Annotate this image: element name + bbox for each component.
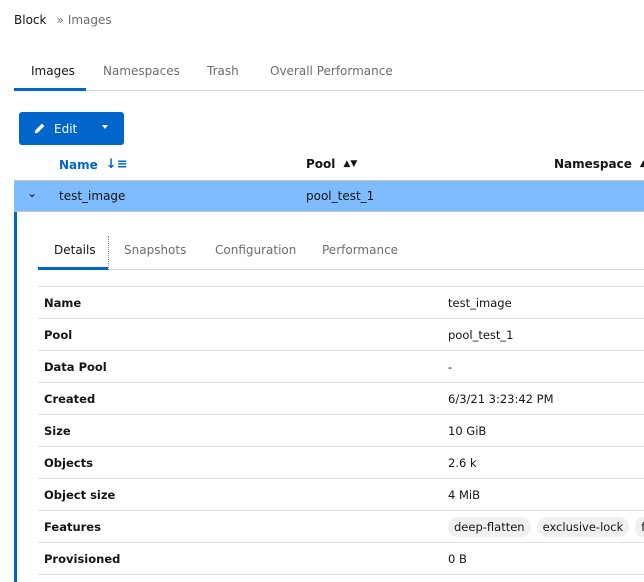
feature-chip: exclusive-lock (536, 517, 630, 537)
tab-details[interactable]: Details (54, 243, 96, 257)
column-namespace-label: Namespace (554, 157, 632, 171)
feature-chip: f (635, 517, 644, 537)
detail-value: - (448, 360, 453, 374)
breadcrumb: Block » Images (14, 13, 112, 27)
column-header-name[interactable]: Name ↓≡ (59, 157, 128, 172)
tab-trash[interactable]: Trash (207, 64, 239, 78)
detail-value: 6/3/21 3:23:42 PM (448, 392, 554, 406)
detail-value: 4 MiB (448, 488, 480, 502)
details-table: Name test_image Pool pool_test_1 Data Pool… (38, 286, 644, 575)
column-header-namespace[interactable]: Namespace ▲▼ (554, 157, 644, 171)
detail-row-created: Created 6/3/21 3:23:42 PM (38, 383, 644, 415)
edit-button[interactable]: Edit (19, 112, 124, 145)
detail-value: 10 GiB (448, 424, 487, 438)
detail-row-pool: Pool pool_test_1 (38, 319, 644, 351)
breadcrumb-images: Images (67, 13, 112, 27)
detail-label: Size (44, 424, 71, 438)
feature-chip: deep-flatten (448, 517, 531, 537)
tab-performance[interactable]: Performance (322, 243, 398, 257)
detail-label: Features (44, 520, 101, 534)
detail-tabs: Details Snapshots Configuration Performa… (38, 232, 644, 270)
column-pool-label: Pool (306, 157, 336, 171)
detail-row-features: Features deep-flatten exclusive-lock f (38, 511, 644, 543)
detail-label: Pool (44, 328, 73, 342)
detail-label: Object size (44, 488, 116, 502)
detail-value: 0 B (448, 552, 467, 566)
sort-icon: ▲▼ (343, 159, 358, 169)
tab-images[interactable]: Images (31, 64, 75, 78)
detail-row-data-pool: Data Pool - (38, 351, 644, 383)
sort-ascending-icon: ↓≡ (105, 157, 128, 172)
detail-label: Objects (44, 456, 93, 470)
dropdown-caret-icon[interactable] (102, 125, 108, 129)
breadcrumb-separator-icon: » (56, 13, 64, 27)
tab-snapshots[interactable]: Snapshots (124, 243, 186, 257)
detail-label: Name (44, 296, 82, 310)
detail-value: 2.6 k (448, 456, 477, 470)
edit-label: Edit (54, 121, 78, 136)
expanded-row-indicator (14, 212, 17, 582)
tab-namespaces[interactable]: Namespaces (103, 64, 180, 78)
column-name-label: Name (59, 157, 98, 172)
active-tab-indicator (14, 88, 86, 91)
pencil-icon (34, 123, 45, 134)
breadcrumb-block[interactable]: Block (14, 13, 46, 27)
row-pool: pool_test_1 (306, 189, 375, 203)
table-row[interactable]: ⌄ test_image pool_test_1 (14, 180, 644, 212)
chevron-down-icon[interactable]: ⌄ (27, 186, 37, 200)
detail-row-size: Size 10 GiB (38, 415, 644, 447)
detail-value: test_image (448, 296, 512, 310)
sort-icon: ▲▼ (639, 159, 644, 169)
tab-configuration[interactable]: Configuration (215, 243, 296, 257)
row-name: test_image (59, 189, 126, 203)
detail-value: pool_test_1 (448, 328, 514, 342)
detail-row-object-size: Object size 4 MiB (38, 479, 644, 511)
detail-label: Data Pool (44, 360, 107, 374)
active-detail-tab-indicator (38, 267, 108, 270)
detail-label: Provisioned (44, 552, 121, 566)
detail-row-name: Name test_image (38, 287, 644, 319)
column-header-pool[interactable]: Pool ▲▼ (306, 157, 357, 171)
feature-chips: deep-flatten exclusive-lock f (448, 517, 644, 537)
focus-divider (108, 236, 109, 270)
main-tabs: Images Namespaces Trash Overall Performa… (14, 56, 644, 91)
detail-label: Created (44, 392, 96, 406)
detail-row-objects: Objects 2.6 k (38, 447, 644, 479)
tab-overall-performance[interactable]: Overall Performance (270, 64, 393, 78)
detail-row-provisioned: Provisioned 0 B (38, 543, 644, 575)
